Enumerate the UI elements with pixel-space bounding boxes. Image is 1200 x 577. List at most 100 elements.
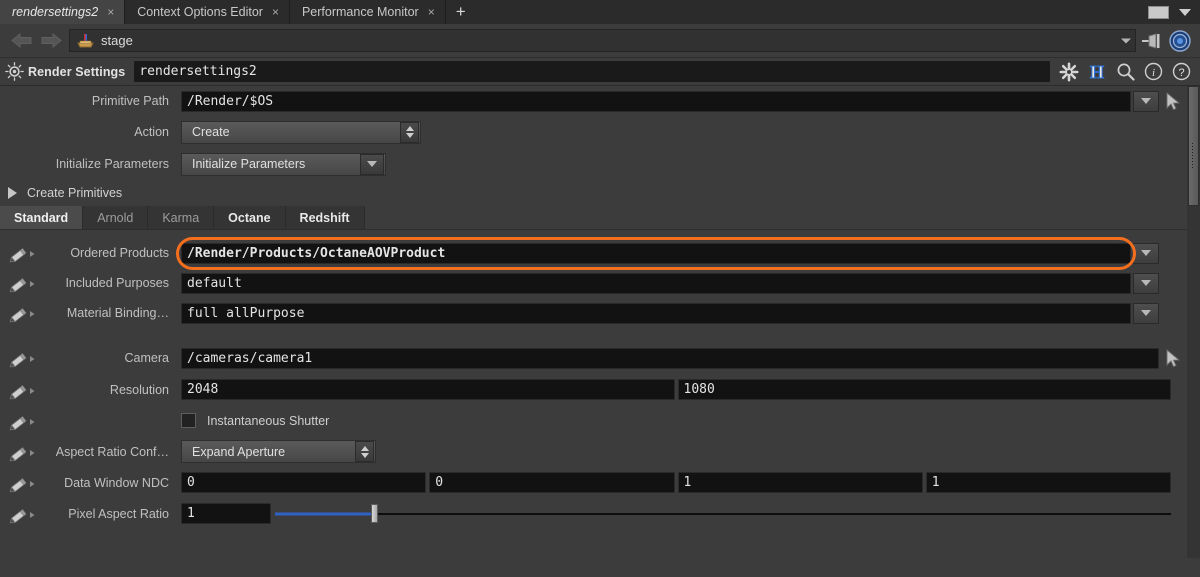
scrollbar-thumb[interactable] xyxy=(1188,86,1199,206)
camera-input[interactable]: /cameras/camera1 xyxy=(181,347,1159,369)
action-value: Create xyxy=(192,125,230,139)
aspect-ratio-conform-dropdown[interactable]: Expand Aperture xyxy=(181,440,376,463)
primitive-path-dropdown[interactable] xyxy=(1133,90,1159,112)
row-included-purposes: Included Purposes default xyxy=(0,268,1187,298)
editor-tab-bar: rendersettings2 × Context Options Editor… xyxy=(0,0,1200,24)
edit-pen-icon[interactable] xyxy=(9,273,37,293)
tab-label: Performance Monitor xyxy=(301,5,419,19)
section-create-primitives[interactable]: Create Primitives xyxy=(0,180,1187,206)
included-purposes-label: Included Purposes xyxy=(65,276,169,290)
edit-pen-icon[interactable] xyxy=(9,411,37,431)
tab-bar-window-controls xyxy=(1148,0,1200,24)
pixel-aspect-ratio-slider[interactable] xyxy=(275,503,1171,524)
path-input[interactable]: stage xyxy=(69,29,1136,52)
initialize-parameters-value: Initialize Parameters xyxy=(192,157,306,171)
tab-arnold[interactable]: Arnold xyxy=(83,206,149,229)
material-binding-dropdown[interactable] xyxy=(1133,302,1159,324)
tab-label: Context Options Editor xyxy=(137,5,263,19)
primitive-path-input[interactable]: /Render/$OS xyxy=(181,90,1131,112)
houdini-h-icon[interactable]: H xyxy=(1083,59,1111,85)
vertical-scrollbar[interactable] xyxy=(1187,86,1200,558)
initialize-parameters-label: Initialize Parameters xyxy=(55,157,169,171)
resolution-fields: 2048 1080 xyxy=(181,379,1171,400)
info-icon[interactable]: i xyxy=(1139,59,1167,85)
row-instantaneous-shutter: Instantaneous Shutter xyxy=(0,405,1187,436)
tab-standard[interactable]: Standard xyxy=(0,206,84,229)
aspect-ratio-conform-value: Expand Aperture xyxy=(192,444,286,459)
tab-rendersettings2[interactable]: rendersettings2 × xyxy=(0,0,126,24)
chevron-down-icon[interactable] xyxy=(1179,8,1191,16)
material-binding-input[interactable]: full allPurpose xyxy=(181,302,1131,324)
instantaneous-shutter-label: Instantaneous Shutter xyxy=(207,413,330,428)
edit-pen-icon[interactable] xyxy=(9,348,37,368)
aspect-ratio-conform-stepper[interactable] xyxy=(355,441,374,462)
svg-text:H: H xyxy=(1090,62,1104,82)
close-icon[interactable]: × xyxy=(428,6,435,18)
slider-fill xyxy=(275,512,374,515)
add-tab-button[interactable]: + xyxy=(446,0,476,24)
tab-performance-monitor[interactable]: Performance Monitor × xyxy=(289,0,446,24)
included-purposes-input[interactable]: default xyxy=(181,272,1131,294)
ordered-products-highlight: /Render/Products/OctaneAOVProduct xyxy=(176,236,1136,270)
action-dropdown[interactable]: Create xyxy=(181,120,421,144)
slider-handle[interactable] xyxy=(370,504,378,523)
tab-karma[interactable]: Karma xyxy=(148,206,215,229)
edit-pen-icon[interactable] xyxy=(9,442,37,462)
instantaneous-shutter-toggle[interactable]: Instantaneous Shutter xyxy=(181,413,1187,428)
edit-pen-icon[interactable] xyxy=(9,504,37,524)
slider-track xyxy=(275,512,1171,515)
resolution-y-input[interactable]: 1080 xyxy=(677,379,1171,400)
ordered-products-input[interactable]: /Render/Products/OctaneAOVProduct xyxy=(181,242,1131,264)
pick-cursor-icon[interactable] xyxy=(1159,91,1187,111)
tab-redshift[interactable]: Redshift xyxy=(285,206,365,229)
row-aspect-ratio-conform: Aspect Ratio Conf… Expand Aperture xyxy=(0,436,1187,467)
chevron-down-icon[interactable] xyxy=(360,153,384,175)
resolution-x-input[interactable]: 2048 xyxy=(181,379,675,400)
data-window-ndc-y2-input[interactable]: 1 xyxy=(925,472,1171,493)
node-name-field[interactable]: rendersettings2 xyxy=(134,61,1050,82)
stage-icon xyxy=(77,33,94,48)
back-arrow-icon[interactable] xyxy=(6,26,36,56)
chevron-right-icon[interactable] xyxy=(8,187,17,199)
edit-pen-icon[interactable] xyxy=(9,473,37,493)
resolution-label: Resolution xyxy=(109,382,169,397)
maximize-pane-icon[interactable] xyxy=(1148,5,1169,19)
primitive-path-label: Primitive Path xyxy=(91,94,169,108)
node-header-tools: H i ? xyxy=(1050,59,1200,85)
svg-text:i: i xyxy=(1151,67,1154,79)
pick-cursor-icon[interactable] xyxy=(1159,348,1187,368)
tab-octane[interactable]: Octane xyxy=(214,206,286,229)
pixel-aspect-ratio-label: Pixel Aspect Ratio xyxy=(68,506,169,521)
ordered-products-dropdown[interactable] xyxy=(1133,242,1159,264)
initialize-parameters-dropdown[interactable]: Initialize Parameters xyxy=(181,152,386,176)
edit-pen-icon[interactable] xyxy=(9,380,37,400)
close-icon[interactable]: × xyxy=(107,6,114,18)
tab-label: rendersettings2 xyxy=(12,5,99,19)
instantaneous-shutter-checkbox[interactable] xyxy=(181,413,196,428)
pixel-aspect-ratio-input[interactable]: 1 xyxy=(181,503,271,524)
edit-pen-icon[interactable] xyxy=(9,243,37,263)
included-purposes-dropdown[interactable] xyxy=(1133,272,1159,294)
chevron-down-icon[interactable] xyxy=(1121,38,1131,43)
close-icon[interactable]: × xyxy=(272,6,279,18)
forward-arrow-icon[interactable] xyxy=(36,26,66,56)
svg-text:?: ? xyxy=(1178,67,1184,79)
row-pixel-aspect-ratio: Pixel Aspect Ratio 1 xyxy=(0,498,1187,529)
target-icon[interactable] xyxy=(1166,29,1194,52)
data-window-ndc-x1-input[interactable]: 0 xyxy=(181,472,427,493)
edit-pen-icon[interactable] xyxy=(9,303,37,323)
section-title: Create Primitives xyxy=(27,186,123,200)
scrollbar-grip-icon xyxy=(1191,142,1196,168)
pin-icon[interactable] xyxy=(1136,32,1166,49)
data-window-ndc-fields: 0 0 1 1 xyxy=(181,472,1171,493)
gear-icon[interactable] xyxy=(1055,59,1083,85)
data-window-ndc-y1-input[interactable]: 0 xyxy=(429,472,675,493)
data-window-ndc-x2-input[interactable]: 1 xyxy=(677,472,923,493)
tab-context-options-editor[interactable]: Context Options Editor × xyxy=(125,0,290,24)
row-primitive-path: Primitive Path /Render/$OS xyxy=(0,86,1187,116)
row-data-window-ndc: Data Window NDC 0 0 1 1 xyxy=(0,467,1187,498)
action-label: Action xyxy=(134,125,169,139)
action-stepper[interactable] xyxy=(400,121,419,143)
help-icon[interactable]: ? xyxy=(1167,59,1195,85)
search-icon[interactable] xyxy=(1111,59,1139,85)
